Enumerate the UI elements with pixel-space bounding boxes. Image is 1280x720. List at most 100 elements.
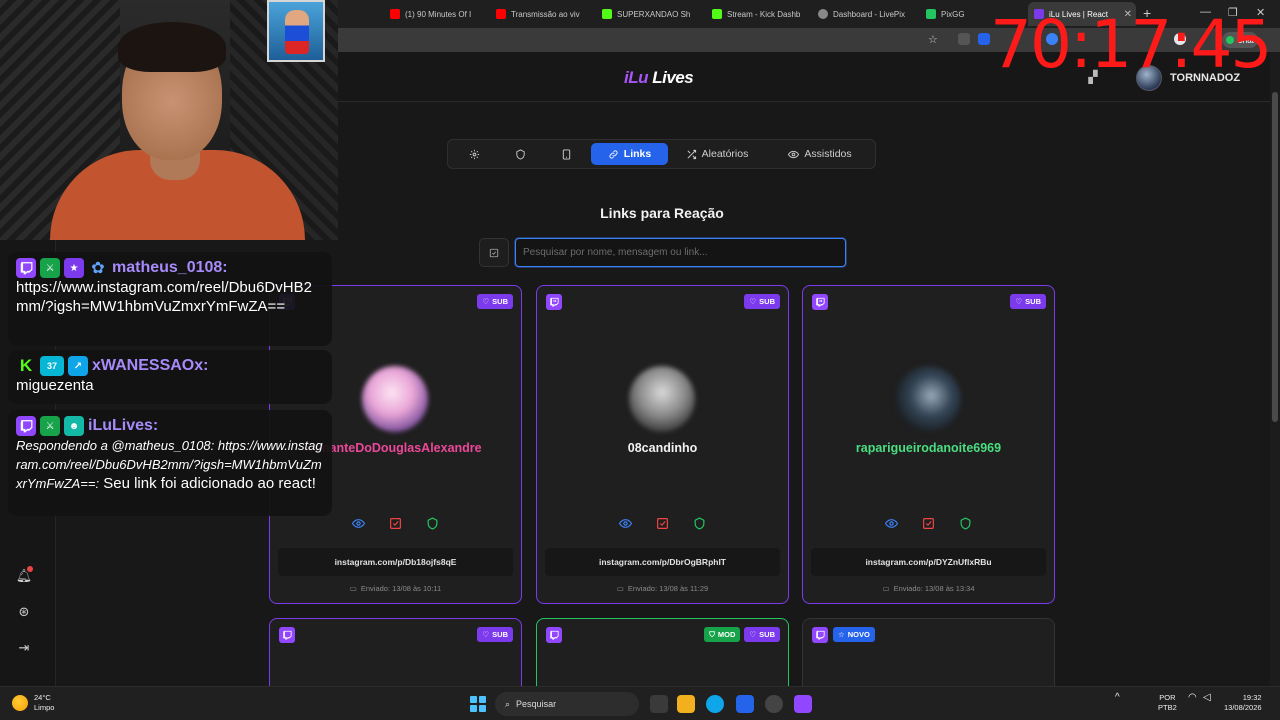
approve-button[interactable] — [958, 516, 973, 531]
search-icon: ⌕ — [505, 698, 511, 709]
avatar — [629, 366, 695, 432]
language-indicator[interactable]: POR PTB2 — [1158, 693, 1177, 713]
extension-icon[interactable] — [958, 33, 970, 45]
star-icon: ☆ — [838, 630, 845, 639]
tab-device[interactable] — [550, 143, 582, 165]
browser-tab[interactable]: SUPERXANDAO Sh — [596, 4, 706, 24]
calendar-icon: ▭ — [882, 584, 890, 593]
sub-badge: ♡ SUB — [477, 627, 513, 642]
taskbar: 24°C Limpo ⌕ Pesquisar ^ POR PTB2 ◠ ◁ 19:32… — [0, 686, 1280, 720]
shield-icon — [515, 148, 525, 160]
shield-icon — [694, 517, 705, 530]
obs-icon[interactable] — [765, 695, 783, 713]
taskbar-search[interactable]: ⌕ Pesquisar — [495, 692, 639, 716]
calendar-icon: ▭ — [349, 584, 357, 593]
star-icon: ★ — [64, 258, 84, 278]
browser-tab[interactable]: (1) 90 Minutes Of I — [384, 4, 490, 24]
heart-icon: ♡ — [749, 297, 757, 306]
wifi-icon[interactable]: ◠ — [1188, 693, 1197, 703]
watch-button[interactable] — [618, 516, 633, 531]
tab-settings[interactable] — [458, 143, 490, 165]
twitch-icon — [16, 416, 36, 436]
scrollbar[interactable] — [1270, 52, 1280, 686]
tab-aleatorios[interactable]: Aleatórios — [678, 143, 756, 165]
superhero-poster — [267, 0, 325, 62]
select-all-button[interactable] — [479, 238, 509, 267]
card-username: raparigueirodanoite6969 — [855, 441, 1002, 455]
avatar — [895, 366, 961, 432]
kick-icon — [602, 9, 612, 19]
sword-icon: ⚔ — [40, 258, 60, 278]
kick-icon: K — [19, 356, 33, 375]
browser-tab[interactable]: Transmissão ao viv — [490, 4, 596, 24]
link-card[interactable]: ♡ SUB raparigueirodanoite6969 instagram.c… — [802, 285, 1055, 604]
sub-months-badge: 37 — [40, 356, 64, 376]
kick-icon — [712, 9, 722, 19]
browser-tab[interactable]: Stream - Kick Dashb — [706, 4, 812, 24]
heart-icon: ♡ — [1015, 297, 1023, 306]
twitch-icon — [16, 258, 36, 278]
eye-icon — [788, 150, 800, 158]
card-username: 08candinho — [627, 441, 698, 455]
approve-button[interactable] — [425, 516, 440, 531]
folder-icon[interactable] — [677, 695, 695, 713]
checkbox-icon — [489, 248, 499, 257]
heart-icon: ♡ — [482, 297, 490, 306]
weather-widget[interactable]: 24°C Limpo — [12, 693, 54, 713]
checkbox-icon — [657, 518, 668, 529]
logout-icon[interactable]: ⇥ — [14, 638, 34, 658]
gear-icon — [469, 149, 479, 159]
avatar — [362, 366, 428, 432]
app-logo[interactable]: iLu Lives — [624, 68, 694, 88]
robot-icon: ☻ — [64, 416, 84, 436]
help-icon[interactable]: ⊛ — [14, 602, 34, 622]
mark-done-button[interactable] — [388, 516, 403, 531]
sub-badge: ♡ SUB — [477, 294, 513, 309]
twitch-icon — [546, 294, 562, 310]
watch-button[interactable] — [884, 516, 899, 531]
tab-assistidos[interactable]: Assistidos — [780, 143, 860, 165]
edge-icon[interactable] — [706, 695, 724, 713]
star-icon[interactable]: ☆ — [928, 33, 940, 46]
twitch-icon — [279, 627, 295, 643]
new-badge: ☆ NOVO — [833, 627, 875, 642]
eye-icon — [885, 519, 898, 528]
twitch-icon — [812, 627, 828, 643]
sword-icon: ⚔ — [40, 416, 60, 436]
twitch-icon — [546, 627, 562, 643]
link-icon — [609, 149, 618, 159]
sub-badge: ♡ SUB — [744, 294, 780, 309]
link-card[interactable]: ♡ SUB 08candinho instagram.com/p/DbrOgBRp… — [536, 285, 789, 604]
heart-icon: ♡ — [482, 630, 490, 639]
windows-start-icon[interactable] — [470, 696, 486, 712]
mark-done-button[interactable] — [921, 516, 936, 531]
search-input[interactable] — [515, 238, 846, 267]
volume-icon[interactable]: ◁ — [1203, 693, 1211, 703]
webcam-overlay — [0, 0, 338, 240]
tab-moderation[interactable] — [504, 143, 536, 165]
checkbox-icon — [923, 518, 934, 529]
card-link[interactable]: instagram.com/p/DbrOgBRphIT — [545, 548, 780, 576]
extension-icon[interactable] — [978, 33, 990, 45]
chevron-up-icon[interactable]: ^ — [1115, 693, 1120, 703]
mark-done-button[interactable] — [655, 516, 670, 531]
card-link[interactable]: instagram.com/p/Db18ojfs8qE — [278, 548, 513, 576]
watch-button[interactable] — [351, 516, 366, 531]
sub-badge: ♡ SUB — [1010, 294, 1046, 309]
scrollbar-thumb[interactable] — [1272, 92, 1278, 422]
card-link[interactable]: instagram.com/p/DYZnUflxRBu — [811, 548, 1046, 576]
approve-button[interactable] — [692, 516, 707, 531]
task-view-icon[interactable] — [650, 695, 668, 713]
clock[interactable]: 19:32 13/08/2026 — [1224, 693, 1262, 713]
browser-tab[interactable]: Dashboard - LivePix — [812, 4, 920, 24]
tab-links[interactable]: Links — [591, 143, 668, 165]
photos-icon[interactable] — [736, 695, 754, 713]
bell-icon[interactable]: 🔔︎ — [14, 566, 34, 586]
chat-message: ⚔ ★ ✿ matheus_0108: https://www.instagra… — [8, 252, 332, 346]
app-icon[interactable] — [794, 695, 812, 713]
shield-icon — [960, 517, 971, 530]
nav-tabs: Links Aleatórios Assistidos — [447, 139, 876, 169]
chat-message: K 37 ↗ xWANESSAOx: miguezenta — [8, 350, 332, 404]
shield-icon: ⛉ — [709, 629, 715, 639]
calendar-icon: ▭ — [616, 584, 624, 593]
